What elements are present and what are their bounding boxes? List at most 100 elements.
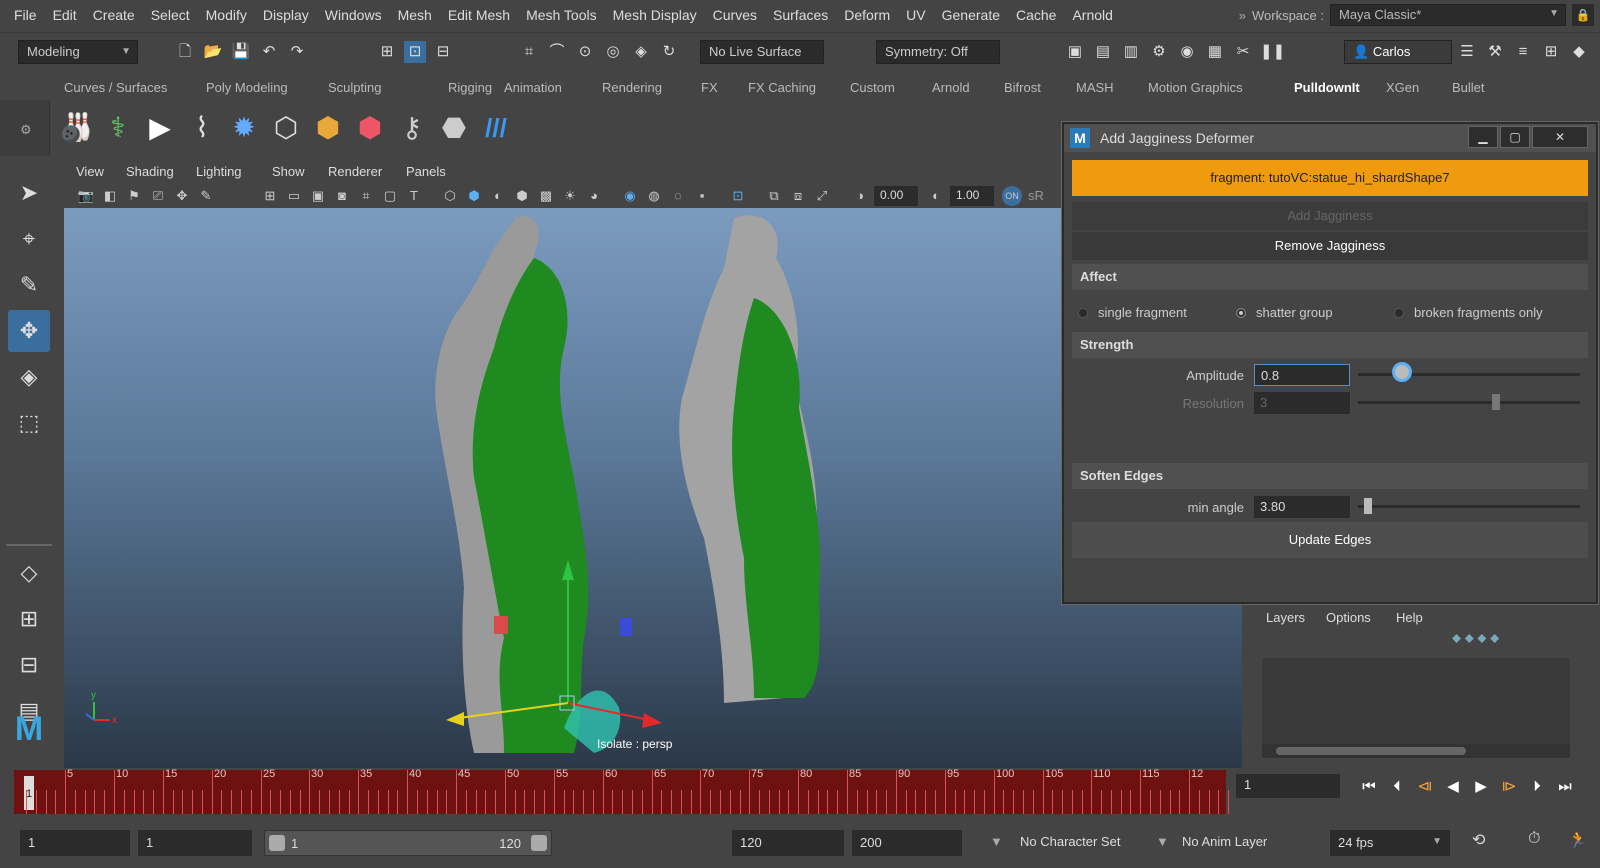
shelf-tab-bifrost[interactable]: Bifrost bbox=[1004, 80, 1041, 95]
wireframe-on-shaded-icon[interactable]: ⬢ bbox=[512, 186, 532, 206]
dialog-titlebar[interactable]: M Add Jagginess Deformer ▁ ▢ ✕ bbox=[1064, 124, 1596, 152]
workspace-dropdown[interactable]: Maya Classic* bbox=[1330, 4, 1566, 26]
shard-icon[interactable]: ⬣ bbox=[434, 108, 474, 148]
tool-settings-icon[interactable]: ⚒ bbox=[1484, 41, 1506, 63]
auto-key-icon[interactable]: ⏱ bbox=[1528, 830, 1540, 848]
camera-icon[interactable]: 📷 bbox=[76, 186, 96, 206]
camera-attr-icon[interactable]: ◧ bbox=[100, 186, 120, 206]
fit-icon[interactable]: ⤢ bbox=[812, 186, 832, 206]
lock-icon[interactable]: 🔒 bbox=[1572, 4, 1594, 26]
scene-start-field[interactable]: 1 bbox=[20, 830, 130, 856]
panel-menu-renderer[interactable]: Renderer bbox=[328, 164, 382, 179]
modeling-toolkit-icon[interactable]: ⊞ bbox=[1540, 41, 1562, 63]
color-management-icon[interactable]: ON bbox=[1002, 186, 1022, 206]
statue-right[interactable] bbox=[679, 215, 820, 704]
motion-blur-icon[interactable]: ▪ bbox=[692, 186, 712, 206]
broom-icon[interactable]: ⌇ bbox=[182, 108, 222, 148]
safe-title-icon[interactable]: T bbox=[404, 186, 424, 206]
character-set-arrow-icon[interactable]: ▼ bbox=[990, 834, 1003, 849]
soften-edges-header[interactable]: Soften Edges bbox=[1072, 463, 1588, 489]
attribute-editor-icon[interactable]: ☰ bbox=[1456, 41, 1478, 63]
menu-windows[interactable]: Windows bbox=[317, 7, 390, 23]
step-forward-frame-icon[interactable]: ⧐ bbox=[1496, 774, 1522, 800]
current-frame-field[interactable]: 1 bbox=[1236, 774, 1340, 798]
shelf-tab-poly-modeling[interactable]: Poly Modeling bbox=[206, 80, 288, 95]
render-view-icon[interactable]: ▣ bbox=[1064, 41, 1086, 63]
layer-buttons-icon[interactable]: ⬥ ⬥ ⬥ ⬥ bbox=[1452, 630, 1499, 646]
menu-uv[interactable]: UV bbox=[898, 7, 933, 23]
layer-scrollbar[interactable] bbox=[1262, 744, 1570, 758]
menu-generate[interactable]: Generate bbox=[934, 7, 1008, 23]
workspace-chevrons[interactable]: » bbox=[1239, 8, 1246, 23]
grease-pencil-icon[interactable]: ✎ bbox=[196, 186, 216, 206]
close-icon[interactable]: ✕ bbox=[1532, 126, 1588, 148]
radio-shatter-group[interactable]: shatter group bbox=[1236, 305, 1333, 320]
menu-display[interactable]: Display bbox=[255, 7, 317, 23]
anim-layer-label[interactable]: No Anim Layer bbox=[1182, 834, 1267, 849]
xray-joints-icon[interactable]: ◍ bbox=[644, 186, 664, 206]
shelf-tab-sculpting[interactable]: Sculpting bbox=[328, 80, 381, 95]
menu-curves[interactable]: Curves bbox=[705, 7, 765, 23]
panel-menu-show[interactable]: Show bbox=[272, 164, 305, 179]
resolution-field[interactable]: 3 bbox=[1254, 392, 1350, 414]
menu-mesh-tools[interactable]: Mesh Tools bbox=[518, 7, 605, 23]
outliner-menu-options[interactable]: Options bbox=[1326, 610, 1371, 625]
film-gate-icon[interactable]: ▭ bbox=[284, 186, 304, 206]
menu-surfaces[interactable]: Surfaces bbox=[765, 7, 836, 23]
ambient-occlusion-icon[interactable]: ◌ bbox=[668, 186, 688, 206]
smooth-shade-icon[interactable]: ⬢ bbox=[464, 186, 484, 206]
save-scene-icon[interactable]: 💾 bbox=[230, 41, 252, 63]
ipr-render-icon[interactable]: ▥ bbox=[1120, 41, 1142, 63]
min-angle-field[interactable]: 3.80 bbox=[1254, 496, 1350, 518]
lasso-tool-icon[interactable]: ⌖ bbox=[8, 218, 50, 260]
four-view-icon[interactable]: ⊞ bbox=[8, 598, 50, 640]
shelf-tab-rigging[interactable]: Rigging bbox=[448, 80, 492, 95]
panel-menu-lighting[interactable]: Lighting bbox=[196, 164, 242, 179]
channel-box-icon[interactable]: ≡ bbox=[1512, 41, 1534, 63]
live-surface-field[interactable]: No Live Surface bbox=[700, 40, 824, 64]
panel-menu-view[interactable]: View bbox=[76, 164, 104, 179]
loop-icon[interactable]: ⟲ bbox=[1472, 830, 1485, 850]
outliner-menu-layers[interactable]: Layers bbox=[1266, 610, 1305, 625]
panel-menu-panels[interactable]: Panels bbox=[406, 164, 446, 179]
shelf-tab-bullet[interactable]: Bullet bbox=[1452, 80, 1485, 95]
maximize-icon[interactable]: ▢ bbox=[1500, 126, 1530, 148]
select-tool-icon[interactable]: ➤ bbox=[8, 172, 50, 214]
range-end-handle[interactable] bbox=[531, 835, 547, 851]
new-scene-icon[interactable]: 🗋 bbox=[174, 41, 196, 63]
step-forward-key-icon[interactable]: ⏵ bbox=[1524, 774, 1550, 800]
bowling-pins-icon[interactable]: 🎳 bbox=[56, 108, 96, 148]
menu-arnold[interactable]: Arnold bbox=[1064, 7, 1120, 23]
amplitude-field[interactable]: 0.8 bbox=[1254, 364, 1350, 386]
frame-all-icon[interactable]: ⧉ bbox=[764, 186, 784, 206]
min-angle-slider-track[interactable] bbox=[1358, 505, 1580, 508]
outliner-toggle-icon[interactable]: ◆ bbox=[1568, 41, 1590, 63]
menu-edit[interactable]: Edit bbox=[45, 7, 85, 23]
shelf-tab-motion-graphics[interactable]: Motion Graphics bbox=[1148, 80, 1243, 95]
range-start-handle[interactable] bbox=[269, 835, 285, 851]
shelf-tab-rendering[interactable]: Rendering bbox=[602, 80, 662, 95]
syringe-icon[interactable]: ⚕ bbox=[98, 108, 138, 148]
menu-cache[interactable]: Cache bbox=[1008, 7, 1064, 23]
radio-broken-fragments-only[interactable]: broken fragments only bbox=[1394, 305, 1543, 320]
time-slider[interactable]: 1 5 10 15 20 25 30 35 40 45 50 55 60 65 70 75 80 85 90 95 1… bbox=[14, 768, 1229, 814]
undo-icon[interactable]: ↶ bbox=[258, 41, 280, 63]
white-cube-icon[interactable]: ⬡ bbox=[266, 108, 306, 148]
user-button[interactable]: 👤 Carlos bbox=[1344, 40, 1452, 64]
snap-curve-icon[interactable]: ⌒ bbox=[546, 41, 568, 63]
bookmark-icon[interactable]: ⚑ bbox=[124, 186, 144, 206]
snap-live-icon[interactable]: ↻ bbox=[658, 41, 680, 63]
snap-grid-icon[interactable]: ⌗ bbox=[518, 41, 540, 63]
shelf-gear-icon[interactable]: ⚙ bbox=[20, 122, 32, 138]
strength-header[interactable]: Strength bbox=[1072, 332, 1588, 358]
anim-layer-arrow-icon[interactable]: ▼ bbox=[1156, 834, 1169, 849]
update-edges-button[interactable]: Update Edges bbox=[1072, 522, 1588, 558]
menu-create[interactable]: Create bbox=[85, 7, 143, 23]
shelf-tab-custom[interactable]: Custom bbox=[850, 80, 895, 95]
default-material-icon[interactable]: ◐ bbox=[488, 186, 508, 206]
snap-point-icon[interactable]: ⊙ bbox=[574, 41, 596, 63]
isolate-select-icon[interactable]: ⊡ bbox=[728, 186, 748, 206]
shelf-tab-fx-caching[interactable]: FX Caching bbox=[748, 80, 816, 95]
scene-end-field[interactable]: 200 bbox=[852, 830, 962, 856]
menu-edit-mesh[interactable]: Edit Mesh bbox=[440, 7, 518, 23]
